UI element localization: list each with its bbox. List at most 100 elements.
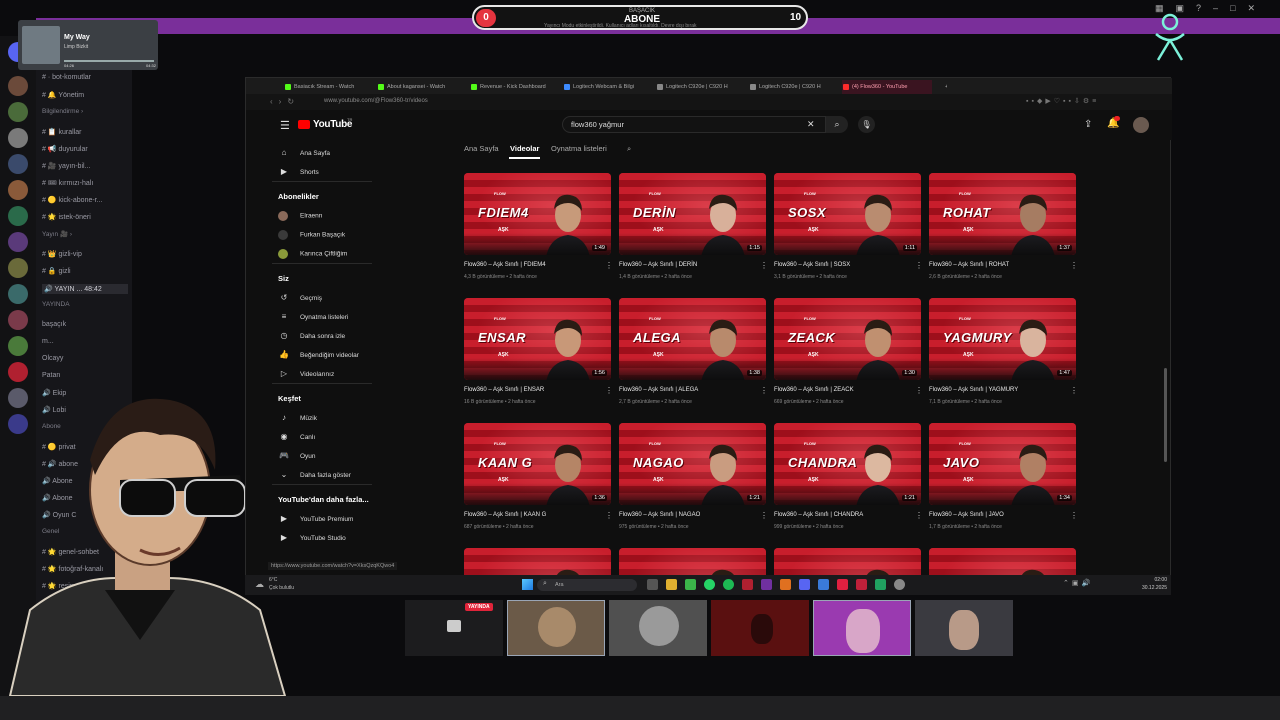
video-thumbnail[interactable]: FLOW DERİN AŞK 1:15: [619, 173, 766, 255]
channel-item[interactable]: # 👑 gizli-vip: [42, 250, 82, 258]
close-icon[interactable]: ✕: [1248, 3, 1256, 15]
more-from-youtube-header[interactable]: YouTube'dan daha fazla...: [278, 495, 369, 504]
start-icon[interactable]: [522, 579, 533, 590]
video-title[interactable]: Flow360 – Aşk Sınıfı | ENSAR: [464, 387, 544, 393]
video-card[interactable]: FLOW YAGMURY AŞK 1:47 Flow360 – Aşk Sınıfı |…: [929, 298, 1078, 413]
sidebar-item-home[interactable]: ⌂ Ana Sayfa: [278, 148, 330, 157]
tab-videos[interactable]: Videolar: [510, 144, 539, 153]
channel-item[interactable]: # 📢 duyurular: [42, 145, 88, 153]
tab-playlists[interactable]: Oynatma listeleri: [551, 144, 607, 153]
more-options-icon[interactable]: ⋮: [760, 386, 768, 395]
url-field[interactable]: www.youtube.com/@Flow360-tr/videos: [324, 98, 428, 104]
more-options-icon[interactable]: ⋮: [605, 386, 613, 395]
create-icon[interactable]: ⇪: [1084, 119, 1092, 130]
cam-tile[interactable]: [711, 600, 809, 656]
server-icon[interactable]: [8, 310, 28, 330]
server-icon[interactable]: [8, 284, 28, 304]
browser-tab[interactable]: (4) Flow360 - YouTube: [842, 80, 932, 94]
cam-tile[interactable]: [915, 600, 1013, 656]
video-card[interactable]: FLOW ENSAR AŞK 1:56 Flow360 – Aşk Sınıfı | E…: [464, 298, 613, 413]
subscriptions-header[interactable]: Abonelikler: [278, 192, 319, 201]
channel-search-icon[interactable]: ⌕: [627, 144, 631, 154]
browser-tab[interactable]: Revenue - Kick Dashboard: [470, 80, 560, 94]
app-icon[interactable]: [837, 579, 848, 590]
maximize-icon[interactable]: □: [1230, 3, 1235, 15]
menu-icon[interactable]: ☰: [280, 119, 290, 132]
video-card[interactable]: FLOW KAAN G AŞK 1:36 Flow360 – Aşk Sınıfı | …: [464, 423, 613, 538]
app-icon[interactable]: [761, 579, 772, 590]
channel-category[interactable]: Bilgilendirme ›: [42, 108, 83, 115]
more-options-icon[interactable]: ⋮: [1070, 511, 1078, 520]
file-icon[interactable]: [647, 579, 658, 590]
channel-item[interactable]: Olcayy: [42, 355, 63, 362]
video-thumbnail[interactable]: FLOW CHANDRA AŞK 1:21: [774, 423, 921, 505]
system-tray[interactable]: ⌃▣🔊: [1063, 579, 1093, 587]
more-options-icon[interactable]: ⋮: [760, 261, 768, 270]
channel-item[interactable]: # 🎥 yayın-bil...: [42, 162, 90, 170]
video-thumbnail[interactable]: FLOW KAAN G AŞK 1:36: [464, 423, 611, 505]
server-icon[interactable]: [8, 336, 28, 356]
channel-item[interactable]: # 🔔 Yönetim: [42, 91, 84, 99]
server-icon[interactable]: [8, 232, 28, 252]
video-title[interactable]: Flow360 – Aşk Sınıfı | NAGAO: [619, 512, 700, 518]
video-card[interactable]: FLOW CHANDRA AŞK 1:21 Flow360 – Aşk Sınıfı |…: [774, 423, 923, 538]
app-icon[interactable]: [742, 579, 753, 590]
app-icon[interactable]: [780, 579, 791, 590]
youtube-logo-icon[interactable]: [298, 120, 310, 129]
channel-item[interactable]: # 🟡 kick-abone-r...: [42, 196, 102, 204]
browser-tab[interactable]: About kagansei - Watch: [377, 80, 467, 94]
more-options-icon[interactable]: ⋮: [605, 511, 613, 520]
channel-category[interactable]: YAYINDA: [42, 301, 70, 308]
account-avatar[interactable]: [1133, 117, 1149, 133]
extension-icons[interactable]: ▪▪◆▶♡▪▪⇩⚙≡: [1026, 97, 1099, 105]
clear-search-icon[interactable]: ✕: [807, 119, 815, 130]
video-title[interactable]: Flow360 – Aşk Sınıfı | SOSX: [774, 262, 850, 268]
channel-category[interactable]: Yayın 🎥 ›: [42, 230, 72, 238]
channel-item[interactable]: # 🔒 gizli: [42, 267, 71, 275]
sidebar-item-your-videos[interactable]: ▷ Videolarınız: [278, 369, 334, 378]
server-icon[interactable]: [8, 128, 28, 148]
more-options-icon[interactable]: ⋮: [605, 261, 613, 270]
video-thumbnail[interactable]: FLOW FDIEM4 AŞK 1:49: [464, 173, 611, 255]
video-title[interactable]: Flow360 – Aşk Sınıfı | YAGMURY: [929, 387, 1018, 393]
video-thumbnail[interactable]: FLOW NAGAO AŞK 1:21: [619, 423, 766, 505]
channel-item[interactable]: 🔊 YAYIN ... 48:42: [42, 284, 128, 294]
more-options-icon[interactable]: ⋮: [760, 511, 768, 520]
video-title[interactable]: Flow360 – Aşk Sınıfı | ALEGA: [619, 387, 698, 393]
video-thumbnail[interactable]: FLOW ZEACK AŞK 1:30: [774, 298, 921, 380]
sidebar-item-watch-later[interactable]: ◷ Daha sonra izle: [278, 331, 346, 340]
sidebar-item-show-more[interactable]: ⌄ Daha fazla göster: [278, 470, 351, 479]
spotify-icon[interactable]: [723, 579, 734, 590]
cam-tile[interactable]: YAYINDA: [405, 600, 503, 656]
subscription-item[interactable]: Elraenn: [278, 211, 322, 221]
minimize-icon[interactable]: –: [1213, 3, 1218, 15]
search-button[interactable]: ⌕: [826, 116, 848, 133]
video-thumbnail[interactable]: FLOW YAGMURY AŞK 1:47: [929, 298, 1076, 380]
sidebar-item-shorts[interactable]: ▶ Shorts: [278, 167, 319, 176]
server-icon[interactable]: [8, 362, 28, 382]
browser-tab[interactable]: Logitech C920e | C920 H: [656, 80, 746, 94]
channel-item[interactable]: # 🌟 istek-öneri: [42, 213, 91, 221]
cam-tile[interactable]: [813, 600, 911, 656]
you-header[interactable]: Siz: [278, 274, 289, 283]
server-icon[interactable]: [8, 258, 28, 278]
more-options-icon[interactable]: ⋮: [915, 386, 923, 395]
browser-tab[interactable]: Basiacık Stream - Watch: [284, 80, 374, 94]
more-options-icon[interactable]: ⋮: [1070, 386, 1078, 395]
video-card[interactable]: FLOW DERİN AŞK 1:15 Flow360 – Aşk Sınıfı | D…: [619, 173, 768, 288]
cam-tile[interactable]: [507, 600, 605, 656]
more-options-icon[interactable]: ⋮: [915, 511, 923, 520]
server-icon[interactable]: [8, 76, 28, 96]
tab-home[interactable]: Ana Sayfa: [464, 144, 499, 153]
video-title[interactable]: Flow360 – Aşk Sınıfı | CHANDRA: [774, 512, 863, 518]
scrollbar[interactable]: [1164, 368, 1167, 462]
subscription-item[interactable]: Furkan Başaçık: [278, 230, 345, 240]
chrome-icon[interactable]: [818, 579, 829, 590]
server-icon[interactable]: [8, 206, 28, 226]
folder-icon[interactable]: [666, 579, 677, 590]
app-icon[interactable]: [875, 579, 886, 590]
video-thumbnail[interactable]: FLOW ENSAR AŞK 1:56: [464, 298, 611, 380]
browser-tab[interactable]: Logitech C920e | C920 H: [749, 80, 839, 94]
sidebar-item-youtube-service[interactable]: ▶ YouTube Premium: [278, 514, 353, 523]
video-card[interactable]: FLOW ALEGA AŞK 1:38 Flow360 – Aşk Sınıfı | A…: [619, 298, 768, 413]
